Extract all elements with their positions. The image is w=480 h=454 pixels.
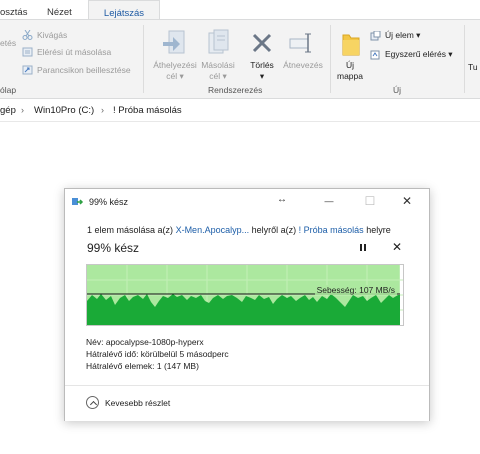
easy-access-icon [370, 50, 380, 59]
breadcrumb-chevron-icon[interactable]: › [101, 105, 104, 115]
breadcrumb-folder[interactable]: ! Próba másolás [113, 105, 182, 116]
cut-label: Kivágás [37, 30, 68, 40]
paste-shortcut-label: Parancsikon beillesztése [37, 65, 131, 75]
transfer-speed-graph: Sebesség: 107 MB/s [86, 264, 404, 326]
new-item-icon [370, 30, 381, 40]
cut-partial-label[interactable]: etés [0, 38, 16, 48]
move-to-button[interactable]: Áthelyezési cél ▾ [148, 60, 202, 82]
status-prefix: 1 elem másolása a(z) [87, 225, 174, 235]
cut-button[interactable]: Kivágás [22, 30, 67, 40]
new-item-button[interactable]: Új elem ▾ [370, 30, 420, 41]
chevron-up-circle-icon [86, 396, 99, 409]
new-group-label: Új [393, 85, 402, 95]
rename-button[interactable]: Átnevezés [280, 60, 326, 71]
new-folder-button[interactable]: Új mappa [332, 60, 368, 82]
properties-partial-label[interactable]: Tu [468, 62, 480, 73]
move-to-icon [163, 30, 185, 54]
destination-link[interactable]: ! Próba másolás [299, 225, 364, 235]
copy-to-icon [208, 29, 229, 54]
easy-access-button[interactable]: Egyszerű elérés ▾ [370, 49, 453, 60]
maximize-button[interactable]: ☐ [360, 193, 380, 209]
status-suffix: helyre [366, 225, 391, 235]
items-remaining-line: Hátralévő elemek: 1 (147 MB) [86, 361, 199, 371]
breadcrumb-chevron-icon[interactable]: › [21, 105, 24, 115]
paste-shortcut-button[interactable]: Parancsikon beillesztése [22, 65, 131, 75]
file-name-line: Név: apocalypse-1080p-hyperx [86, 337, 204, 347]
ribbon-separator [143, 25, 144, 93]
clipboard-group-label: ólap [0, 85, 17, 95]
ribbon-tabs: osztás Nézet Lejátszás [0, 0, 480, 20]
scissors-icon [22, 30, 33, 40]
new-folder-icon [342, 34, 360, 56]
delete-icon [252, 33, 272, 53]
tab-view[interactable]: Nézet [47, 0, 79, 20]
copy-progress-dialog: 99% kész ↔ — ☐ ✕ 1 elem másolása a(z) X-… [64, 188, 430, 421]
copy-path-icon [22, 47, 33, 57]
easy-access-label: Egyszerű elérés ▾ [385, 49, 453, 59]
paste-shortcut-icon [22, 65, 33, 75]
dialog-footer: Kevesebb részlet [65, 385, 429, 421]
ribbon-separator [464, 25, 465, 93]
time-remaining-line: Hátralévő idő: körülbelül 5 másodperc [86, 349, 229, 359]
breadcrumb-computer[interactable]: gép [0, 105, 16, 116]
minimize-button[interactable]: — [319, 193, 339, 209]
fewer-details-button[interactable]: Kevesebb részlet [86, 396, 170, 409]
rename-icon [289, 33, 311, 53]
cancel-copy-button[interactable]: ✕ [392, 240, 402, 254]
delete-button[interactable]: Törlés ▾ [245, 60, 279, 82]
address-bar[interactable]: gép › Win10Pro (C:) › ! Próba másolás [0, 100, 480, 122]
resize-cursor-icon: ↔ [277, 194, 287, 205]
source-link[interactable]: X-Men.Apocalyp... [176, 225, 250, 235]
dialog-titlebar[interactable]: 99% kész ↔ — ☐ ✕ [65, 189, 429, 215]
new-item-label: Új elem ▾ [385, 30, 421, 40]
ribbon: etés Kivágás Elérési út másolása Parancs… [0, 19, 480, 99]
ribbon-separator [330, 25, 331, 93]
fewer-details-label: Kevesebb részlet [105, 397, 171, 408]
status-middle: helyről a(z) [251, 225, 297, 235]
copy-arrow-icon [72, 198, 84, 205]
copy-to-button[interactable]: Másolási cél ▾ [196, 60, 240, 82]
copy-path-label: Elérési út másolása [37, 47, 112, 57]
organize-group-label: Rendszerezés [208, 85, 263, 95]
progress-title: 99% kész [87, 241, 140, 255]
tab-playback[interactable]: Lejátszás [88, 0, 160, 20]
close-button[interactable]: ✕ [397, 193, 417, 209]
copy-path-button[interactable]: Elérési út másolása [22, 47, 111, 57]
pause-button[interactable] [358, 243, 368, 253]
speed-graph-chart [87, 265, 403, 325]
breadcrumb-drive[interactable]: Win10Pro (C:) [34, 105, 94, 116]
dialog-title: 99% kész [89, 197, 129, 207]
speed-label: Sebesség: 107 MB/s [314, 285, 397, 295]
copy-status-line: 1 elem másolása a(z) X-Men.Apocalyp... h… [87, 225, 391, 235]
tab-share[interactable]: osztás [0, 0, 30, 20]
